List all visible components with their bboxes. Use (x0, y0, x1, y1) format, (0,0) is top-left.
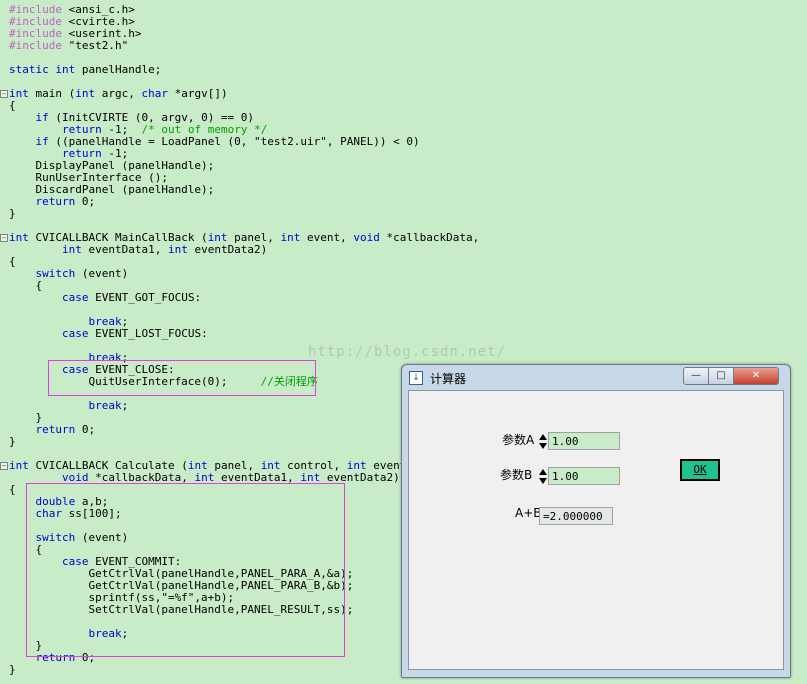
panel-client-area: 参数A 1.00 参数B 1.00 OK A+B =2.000000 (408, 390, 784, 670)
param-a-spinner[interactable] (539, 432, 548, 450)
code-line: return 0; (35, 195, 96, 208)
code-line: } (9, 435, 16, 448)
code-line: int main (int argc, char *argv[]) (9, 87, 228, 100)
code-line: static int panelHandle; (9, 63, 162, 76)
code-line: int eventData1, int eventData2) (61, 243, 268, 256)
code-line: } (9, 207, 16, 220)
fold-toggle-icon[interactable]: − (0, 234, 8, 242)
fold-toggle-icon[interactable]: − (0, 90, 8, 98)
minimize-button[interactable]: — (683, 367, 709, 385)
ok-button[interactable]: OK (680, 459, 720, 481)
param-b-input[interactable]: 1.00 (548, 467, 620, 485)
highlight-box-event-close (48, 360, 316, 396)
close-button[interactable]: ✕ (733, 367, 779, 385)
calculator-window[interactable]: ↓ 计算器 — □ ✕ 参数A 1.00 参数B 1.00 OK A+B =2.… (401, 364, 791, 678)
window-menu-icon[interactable]: ↓ (409, 371, 423, 385)
param-b-label: 参数B (500, 468, 533, 482)
code-line: case EVENT_LOST_FOCUS: (61, 327, 208, 340)
param-a-label: 参数A (502, 433, 535, 447)
result-field: =2.000000 (539, 507, 613, 525)
param-b-spinner[interactable] (539, 467, 548, 485)
result-label: A+B (515, 506, 542, 520)
spin-down-icon[interactable] (539, 443, 547, 449)
code-line: case EVENT_GOT_FOCUS: (61, 291, 202, 304)
param-a-input[interactable]: 1.00 (548, 432, 620, 450)
watermark-text: http://blog.csdn.net/ (308, 344, 507, 360)
spin-down-icon[interactable] (539, 478, 547, 484)
code-line: return 0; (35, 423, 96, 436)
code-line: #include "test2.h" (9, 39, 129, 52)
spin-up-icon[interactable] (539, 434, 547, 440)
maximize-button[interactable]: □ (708, 367, 734, 385)
code-line: } (9, 663, 16, 676)
spin-up-icon[interactable] (539, 469, 547, 475)
window-title: 计算器 (430, 372, 467, 386)
highlight-box-calculate-body (26, 483, 345, 657)
fold-toggle-icon[interactable]: − (0, 462, 8, 470)
